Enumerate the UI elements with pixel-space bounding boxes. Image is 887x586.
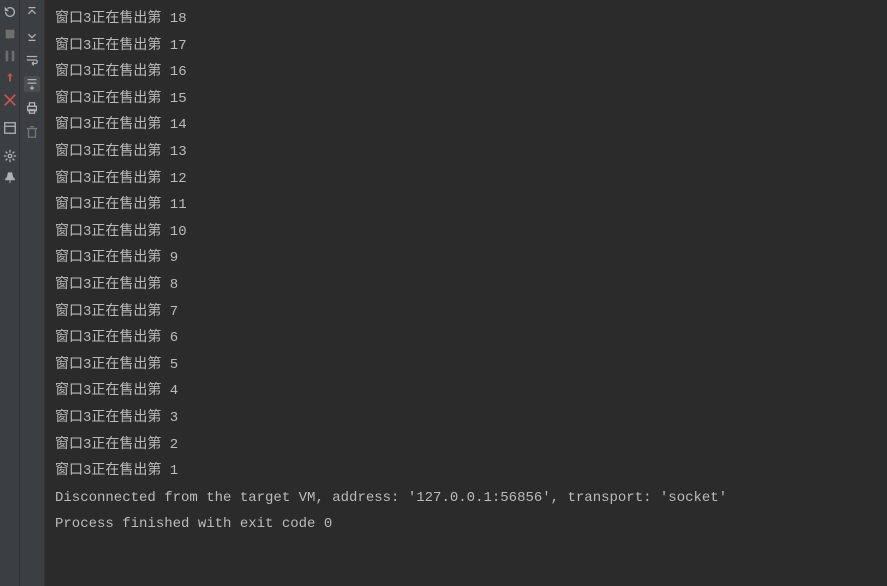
console-line: 窗口3正在售出第 8 bbox=[55, 272, 877, 299]
rerun-icon[interactable] bbox=[2, 4, 18, 20]
console-tools-gutter bbox=[20, 0, 45, 586]
clear-all-icon[interactable] bbox=[24, 124, 40, 140]
dump-threads-icon[interactable] bbox=[2, 70, 18, 86]
console-line: 窗口3正在售出第 7 bbox=[55, 299, 877, 326]
soft-wrap-icon[interactable] bbox=[24, 52, 40, 68]
console-line: 窗口3正在售出第 1 bbox=[55, 458, 877, 485]
console-line: 窗口3正在售出第 9 bbox=[55, 245, 877, 272]
console-line: Process finished with exit code 0 bbox=[55, 511, 877, 538]
layout-icon[interactable] bbox=[2, 120, 18, 136]
scroll-to-bottom-icon[interactable] bbox=[24, 28, 40, 44]
pause-icon[interactable] bbox=[2, 48, 18, 64]
console-line: Disconnected from the target VM, address… bbox=[55, 485, 877, 512]
console-line: 窗口3正在售出第 17 bbox=[55, 33, 877, 60]
scroll-to-top-icon[interactable] bbox=[24, 4, 40, 20]
console-line: 窗口3正在售出第 13 bbox=[55, 139, 877, 166]
console-line: 窗口3正在售出第 14 bbox=[55, 112, 877, 139]
run-controls-gutter bbox=[0, 0, 20, 586]
settings-icon[interactable] bbox=[2, 148, 18, 164]
console-line: 窗口3正在售出第 10 bbox=[55, 219, 877, 246]
stop-icon[interactable] bbox=[2, 26, 18, 42]
console-line: 窗口3正在售出第 18 bbox=[55, 6, 877, 33]
print-icon[interactable] bbox=[24, 100, 40, 116]
console-line: 窗口3正在售出第 4 bbox=[55, 378, 877, 405]
console-line: 窗口3正在售出第 15 bbox=[55, 86, 877, 113]
console-output[interactable]: 窗口3正在售出第 18 窗口3正在售出第 17 窗口3正在售出第 16 窗口3正… bbox=[45, 0, 887, 586]
console-line: 窗口3正在售出第 2 bbox=[55, 432, 877, 459]
console-line: 窗口3正在售出第 12 bbox=[55, 166, 877, 193]
pin-icon[interactable] bbox=[2, 170, 18, 186]
exit-icon[interactable] bbox=[2, 92, 18, 108]
scroll-to-end-icon[interactable] bbox=[24, 76, 40, 92]
console-line: 窗口3正在售出第 5 bbox=[55, 352, 877, 379]
console-line: 窗口3正在售出第 11 bbox=[55, 192, 877, 219]
console-line: 窗口3正在售出第 6 bbox=[55, 325, 877, 352]
console-line: 窗口3正在售出第 3 bbox=[55, 405, 877, 432]
console-line: 窗口3正在售出第 16 bbox=[55, 59, 877, 86]
